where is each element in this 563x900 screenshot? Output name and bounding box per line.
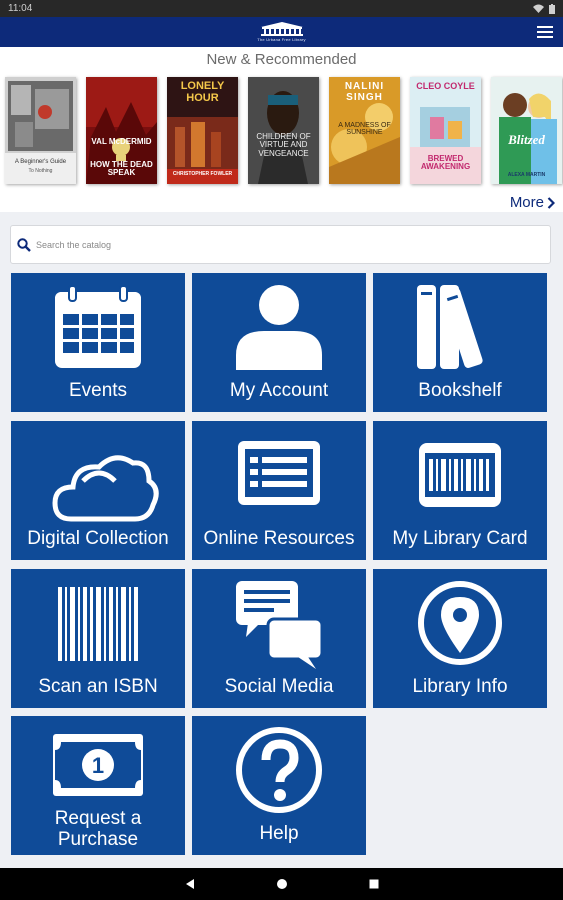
recents-button[interactable] (364, 874, 384, 894)
book-cover-7[interactable]: Blitzed ALEXA MARTIN (491, 77, 562, 184)
recommended-section: New & Recommended A Beginner's Guide To … (0, 47, 563, 212)
book-cover-2-title: HOW THE DEAD SPEAK (90, 160, 153, 178)
scan-isbn-tile[interactable]: Scan an ISBN (11, 569, 185, 708)
request-purchase-tile[interactable]: 1 Request a Purchase (11, 716, 185, 855)
logo-caption: The Urbana Free Library (257, 37, 306, 42)
system-nav-bar (0, 868, 563, 900)
book-cover-7-title: Blitzed (508, 132, 545, 147)
status-bar: 11:04 (0, 0, 563, 17)
home-button[interactable] (272, 874, 292, 894)
book-cover-6[interactable]: CLEO COYLE BREWED AWAKENING (410, 77, 481, 184)
more-link[interactable]: More (510, 194, 555, 211)
book-cover-5-author: NALINI SINGH (344, 81, 385, 103)
my-library-card-tile[interactable]: My Library Card (373, 421, 547, 560)
battery-icon (549, 3, 555, 14)
library-logo[interactable]: The Urbana Free Library (257, 22, 306, 42)
digital-collection-tile[interactable]: Digital Collection (11, 421, 185, 560)
my-account-label: My Account (229, 380, 329, 401)
scan-isbn-label: Scan an ISBN (38, 676, 158, 697)
status-icons (533, 3, 555, 14)
book-cover-4[interactable]: CHILDREN OF VIRTUE AND VENGEANCE (248, 77, 319, 184)
menu-button[interactable] (537, 25, 553, 39)
book-cover-2-author: VAL McDERMID (91, 137, 152, 146)
catalog-search-bar[interactable] (10, 225, 551, 264)
social-media-tile[interactable]: Social Media (192, 569, 366, 708)
book-cover-4-title: CHILDREN OF VIRTUE AND VENGEANCE (256, 132, 311, 158)
social-media-label: Social Media (224, 676, 334, 697)
book-cover-1-title: A Beginner's Guide (14, 159, 67, 165)
book-carousel[interactable]: A Beginner's Guide To Nothing VAL McDERM… (5, 77, 562, 185)
hamburger-menu-icon (537, 26, 553, 38)
book-cover-6-title: BREWED AWAKENING (420, 154, 471, 172)
section-title: New & Recommended (206, 51, 357, 68)
book-cover-5-title: A MADNESS OF SUNSHINE (338, 122, 391, 137)
search-icon (17, 237, 31, 252)
digital-collection-label: Digital Collection (27, 528, 169, 549)
help-tile[interactable]: Help (192, 716, 366, 855)
help-label: Help (259, 823, 299, 844)
book-cover-7-author: ALEXA MARTIN (507, 172, 546, 178)
online-resources-label: Online Resources (203, 528, 355, 549)
my-account-tile[interactable]: My Account (192, 273, 366, 412)
book-cover-3-author: CHRISTOPHER FOWLER (172, 171, 233, 177)
chevron-right-icon (547, 196, 555, 209)
status-time: 11:04 (8, 3, 33, 14)
book-cover-1[interactable]: A Beginner's Guide To Nothing (5, 77, 76, 184)
recents-square-icon (369, 879, 378, 889)
svg-text:1: 1 (92, 753, 104, 778)
book-cover-6-author: CLEO COYLE (416, 81, 475, 91)
online-resources-tile[interactable]: Online Resources (192, 421, 366, 560)
events-label: Events (68, 380, 128, 401)
book-cover-3[interactable]: LONELY HOUR CHRISTOPHER FOWLER (167, 77, 238, 184)
home-circle-icon (276, 879, 287, 889)
events-tile[interactable]: Events (11, 273, 185, 412)
back-button[interactable] (180, 874, 200, 894)
bookshelf-tile[interactable]: Bookshelf (373, 273, 547, 412)
search-input[interactable] (36, 239, 516, 250)
library-building-icon (260, 22, 303, 36)
book-cover-1-subtitle: To Nothing (28, 168, 53, 174)
wifi-icon (533, 4, 544, 13)
book-cover-3-title: LONELY HOUR (180, 80, 225, 104)
book-cover-2[interactable]: VAL McDERMID HOW THE DEAD SPEAK (86, 77, 157, 184)
request-purchase-label: Request a Purchase (54, 808, 142, 850)
library-info-tile[interactable]: Library Info (373, 569, 547, 708)
bookshelf-label: Bookshelf (418, 380, 502, 401)
back-triangle-icon (185, 879, 194, 889)
library-info-label: Library Info (412, 676, 508, 697)
app-bar: The Urbana Free Library (0, 17, 563, 47)
book-cover-5[interactable]: NALINI SINGH A MADNESS OF SUNSHINE (329, 77, 400, 184)
more-label: More (509, 194, 544, 211)
my-library-card-label: My Library Card (392, 528, 528, 549)
